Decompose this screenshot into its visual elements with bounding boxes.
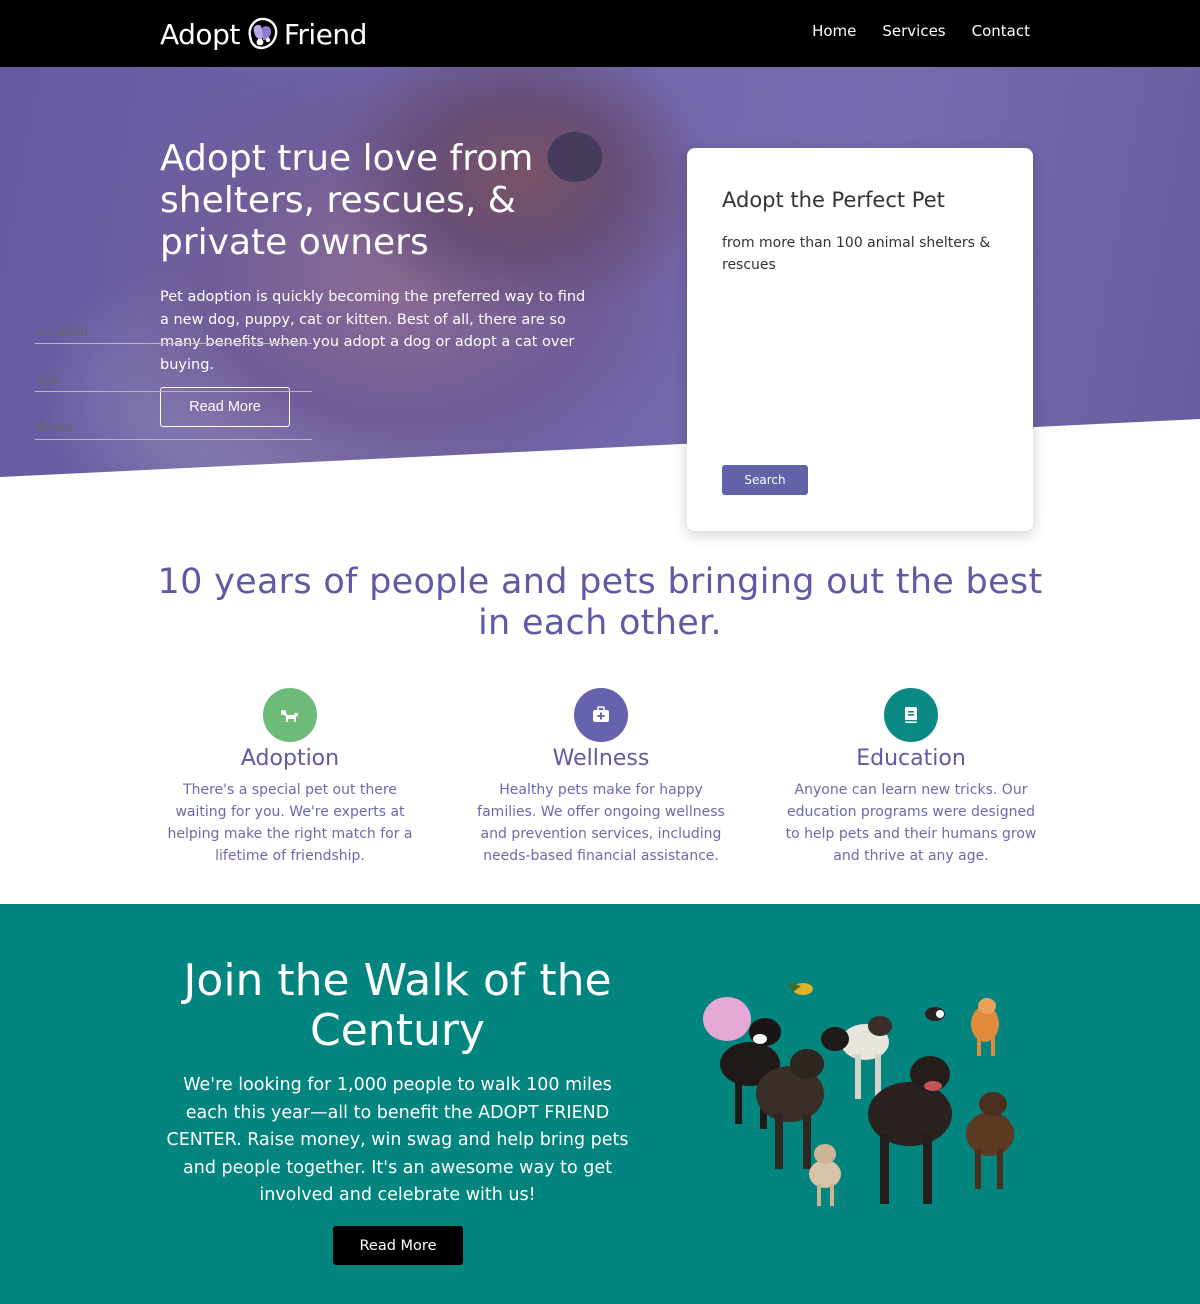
nav-link-home[interactable]: Home xyxy=(812,22,856,40)
hero-title: Adopt true love from shelters, rescues, … xyxy=(160,138,534,263)
feature-title-education: Education xyxy=(856,746,966,771)
dog-icon xyxy=(263,688,317,742)
logo-text-right: Friend xyxy=(283,17,368,51)
feature-description-wellness: Healthy pets make for happy families. We… xyxy=(477,782,725,864)
breed-input[interactable] xyxy=(35,412,312,440)
pet-logo-icon xyxy=(248,17,278,50)
cta-read-more-button[interactable]: Read More xyxy=(333,1226,463,1265)
nav-link-services[interactable]: Services xyxy=(882,22,945,40)
feature-title-adoption: Adoption xyxy=(240,746,340,771)
feature-description-education: Anyone can learn new tricks. Our educati… xyxy=(785,782,1037,864)
feature-adoption: Adoption There's a special pet out there… xyxy=(160,688,420,867)
nav-link-contact[interactable]: Contact xyxy=(972,22,1030,40)
feature-education: Education Anyone can learn new tricks. O… xyxy=(781,688,1041,867)
navbar: Adopt Friend Home Services Contact xyxy=(0,0,1200,67)
nav-links: Home Services Contact xyxy=(812,22,1030,40)
walk-cta-section: Join the Walk of the Century We're looki… xyxy=(0,904,1200,1304)
cta-description: We're looking for 1,000 people to walk 1… xyxy=(166,1075,629,1205)
logo[interactable]: Adopt Friend xyxy=(160,14,367,54)
search-button[interactable]: Search xyxy=(722,465,808,495)
location-input[interactable] xyxy=(35,316,312,344)
feature-wellness: Wellness Healthy pets make for happy fam… xyxy=(471,688,731,867)
pets-group-image xyxy=(703,982,1014,1206)
cta-title: Join the Walk of the Century xyxy=(183,955,612,1056)
age-input[interactable] xyxy=(35,364,312,392)
feature-title-wellness: Wellness xyxy=(552,746,650,771)
book-icon xyxy=(884,688,938,742)
search-card-title: Adopt the Perfect Pet xyxy=(722,188,945,212)
tagline-heading: 10 years of people and pets bringing out… xyxy=(157,562,1043,643)
adopt-search-card: Adopt the Perfect Pet from more than 100… xyxy=(687,148,1033,531)
feature-description-adoption: There's a special pet out there waiting … xyxy=(167,782,413,864)
search-card-subtitle: from more than 100 animal shelters & res… xyxy=(722,235,991,273)
medical-kit-icon xyxy=(574,688,628,742)
logo-text-left: Adopt xyxy=(160,17,240,51)
